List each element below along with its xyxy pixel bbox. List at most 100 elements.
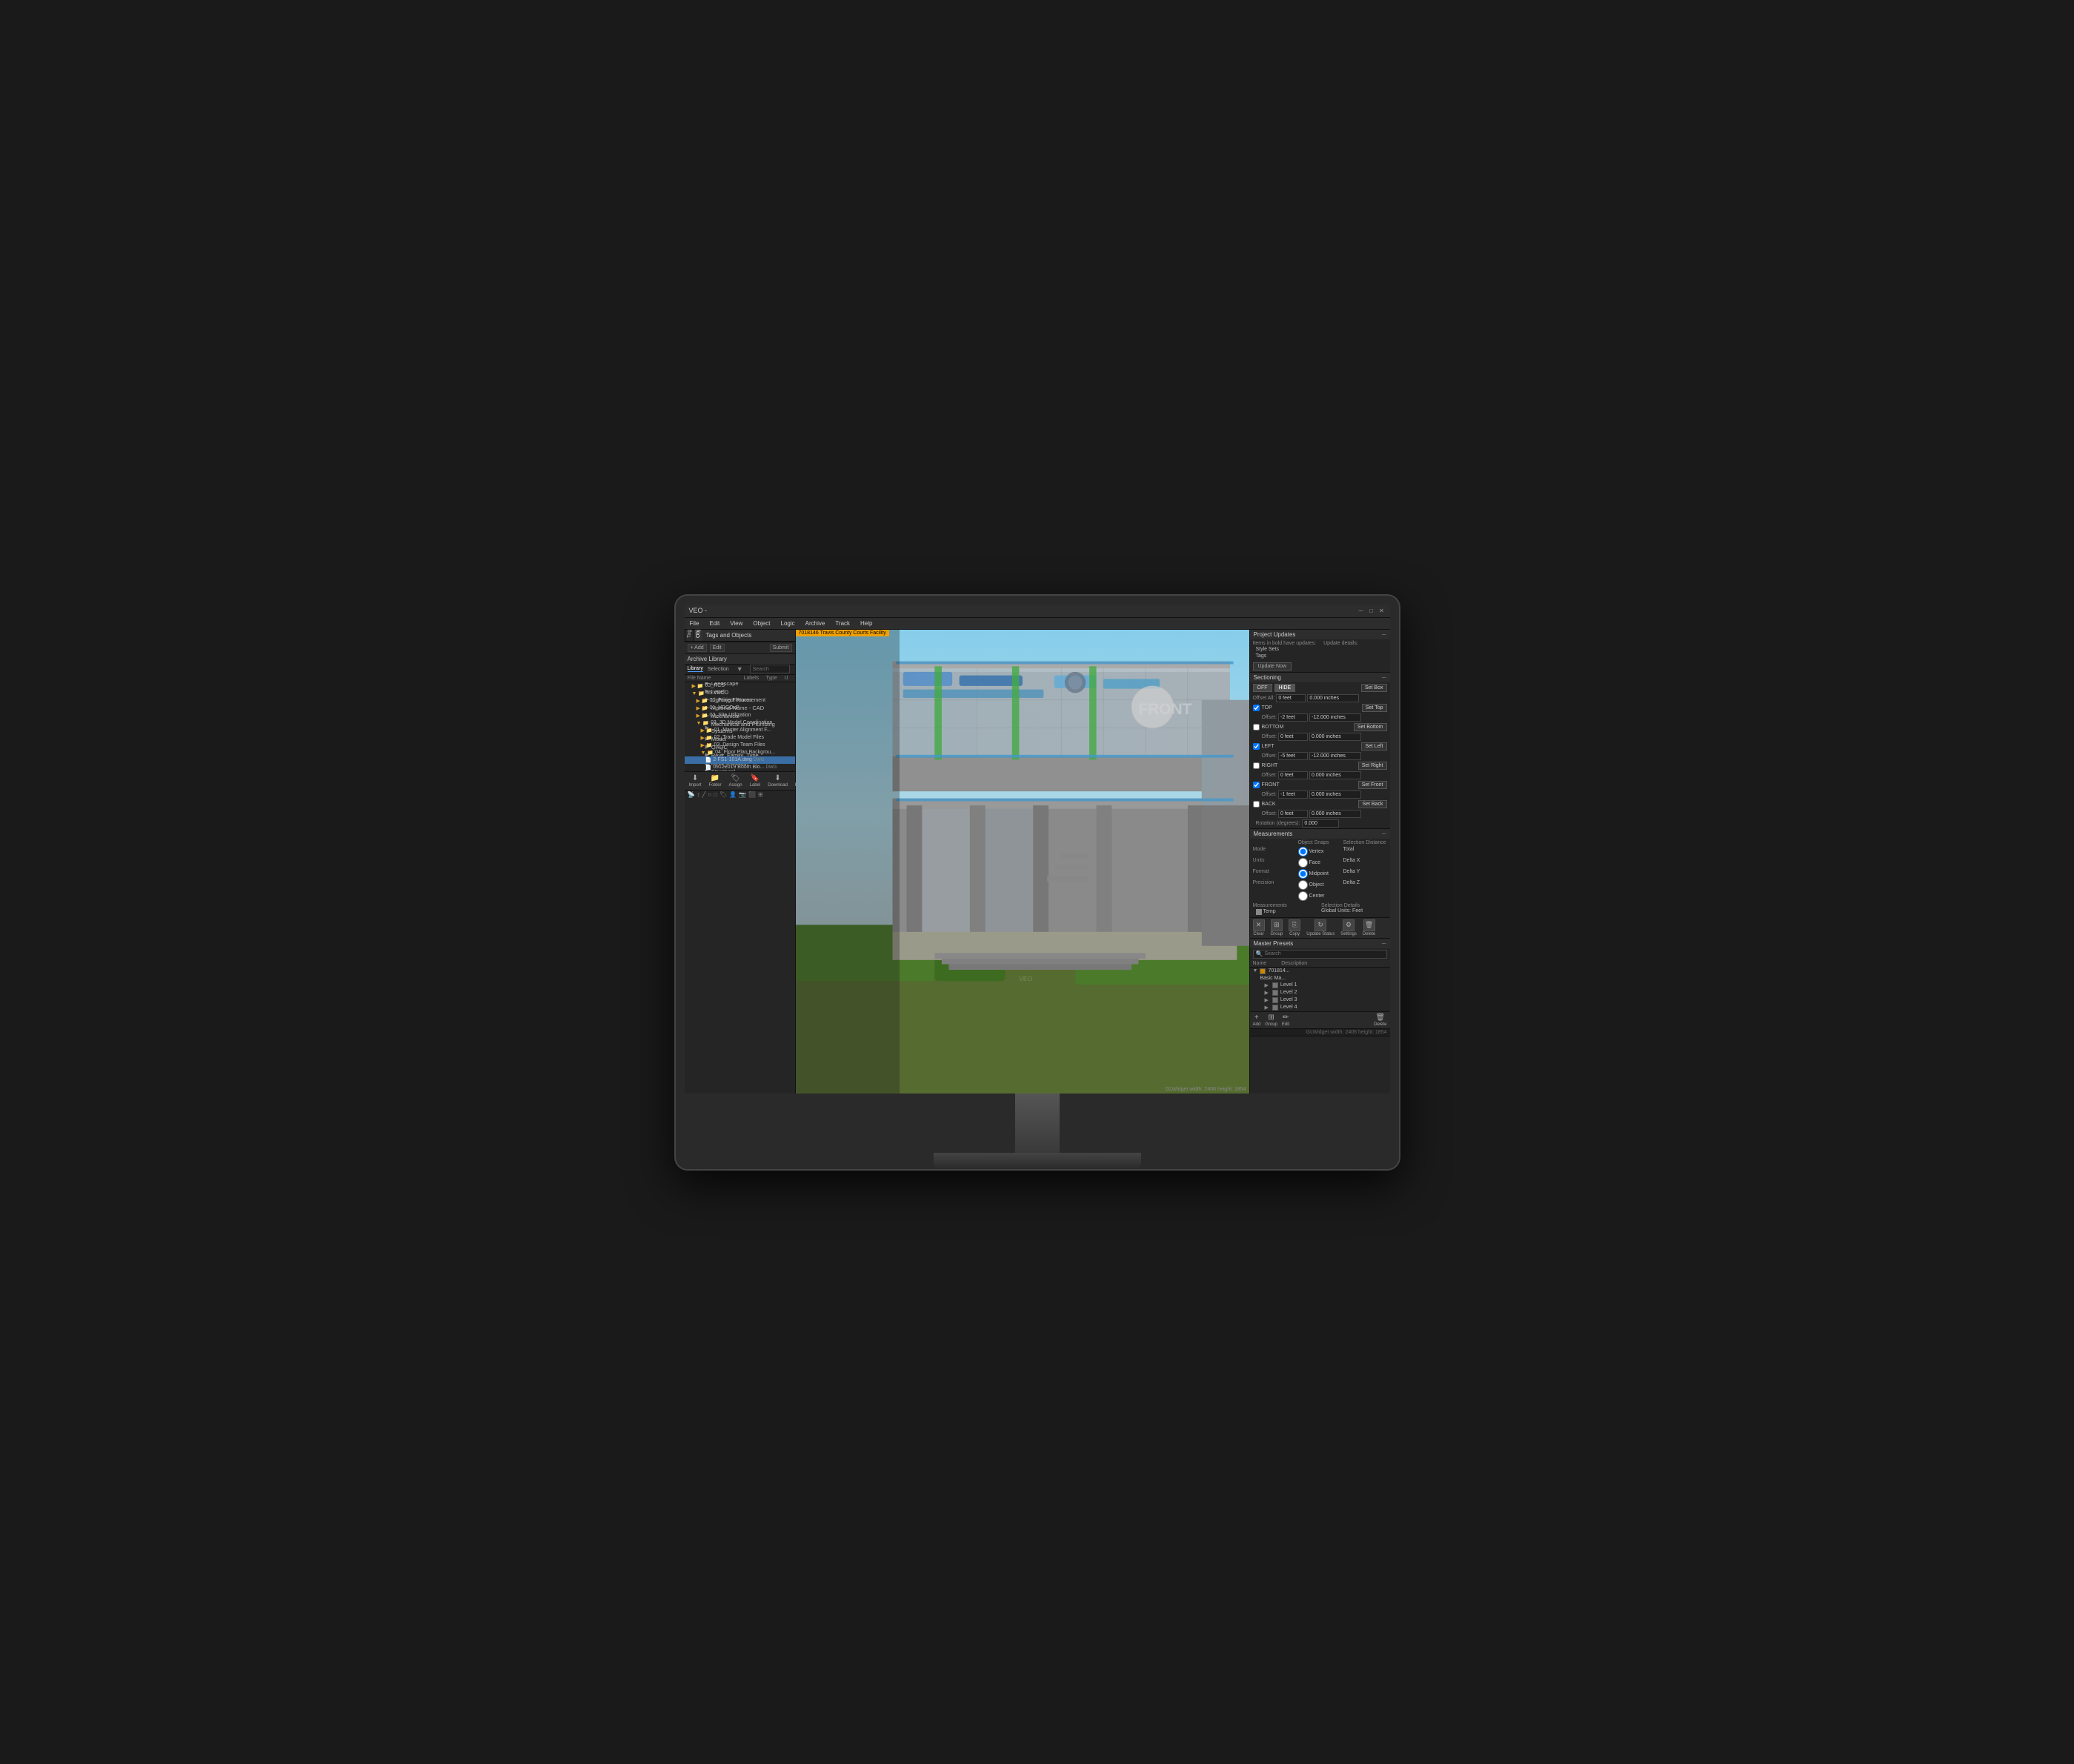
- presets-add-button[interactable]: + Add: [1253, 1014, 1261, 1027]
- selection-tab[interactable]: Selection: [708, 667, 729, 672]
- preset-level1[interactable]: ▶ Level 1: [1250, 982, 1390, 989]
- set-right-button[interactable]: Set Right: [1358, 762, 1387, 770]
- import-button[interactable]: ⬇ Import: [686, 773, 705, 788]
- viewport[interactable]: 7018146 Travis County Courts Facility: [796, 630, 1249, 1094]
- set-top-button[interactable]: Set Top: [1362, 704, 1387, 712]
- label-button[interactable]: 🔖 Label: [747, 773, 764, 788]
- midpoint-radio[interactable]: [1298, 869, 1308, 879]
- library-tab[interactable]: Library: [688, 666, 703, 672]
- top-feet-input[interactable]: [1278, 713, 1308, 722]
- menu-edit[interactable]: Edit: [707, 620, 722, 627]
- cursor-icon[interactable]: ↕: [697, 791, 699, 798]
- top-checkbox[interactable]: [1253, 705, 1260, 711]
- preset-basic-ma[interactable]: Basic Ma...: [1250, 975, 1390, 982]
- line-icon[interactable]: ╱: [702, 791, 705, 798]
- download-button[interactable]: ⬇ Download: [765, 773, 791, 788]
- front-inches-input[interactable]: [1309, 791, 1361, 799]
- left-feet-input[interactable]: [1278, 752, 1308, 760]
- group-button[interactable]: ⊞ Group: [1271, 919, 1283, 936]
- sectioning-collapse-icon[interactable]: ─: [1382, 674, 1386, 681]
- objects-tab[interactable]: Objects: [694, 630, 702, 641]
- menu-logic[interactable]: Logic: [779, 620, 797, 627]
- presets-group-button[interactable]: ⊞ Group: [1265, 1014, 1277, 1027]
- file-item-2fs1[interactable]: 📄 2-FS1-101A.dwg DWG: [685, 756, 795, 764]
- wifi-icon[interactable]: 📡: [688, 791, 695, 798]
- section-off-button[interactable]: OFF: [1253, 684, 1272, 692]
- center-radio[interactable]: [1298, 891, 1308, 901]
- grid-icon[interactable]: ⊞: [758, 791, 763, 798]
- presets-search-input[interactable]: [1264, 951, 1383, 956]
- menu-file[interactable]: File: [688, 620, 702, 627]
- measurements-delete-button[interactable]: 🗑 Delete: [1363, 919, 1375, 936]
- presets-collapse-icon[interactable]: ─: [1382, 940, 1386, 947]
- file-item-03design[interactable]: ▶ 📁 03_Design Team Files: [685, 742, 795, 749]
- assign-button[interactable]: 🏷 Assign: [726, 773, 745, 788]
- update-now-button[interactable]: Update Now: [1253, 662, 1292, 670]
- left-inches-input[interactable]: [1309, 752, 1361, 760]
- presets-edit-button[interactable]: ✏ Edit: [1282, 1014, 1289, 1027]
- left-checkbox[interactable]: [1253, 743, 1260, 750]
- archive-search-input[interactable]: [753, 667, 787, 672]
- preset-level2[interactable]: ▶ Level 2: [1250, 989, 1390, 996]
- 3d-scene[interactable]: FRONT R: [796, 630, 1249, 1094]
- set-left-button[interactable]: Set Left: [1361, 742, 1386, 750]
- maximize-button[interactable]: □: [1368, 607, 1375, 614]
- right-feet-input[interactable]: [1278, 771, 1308, 779]
- menu-object[interactable]: Object: [751, 620, 772, 627]
- back-inches-input[interactable]: [1309, 810, 1361, 818]
- add-button[interactable]: + Add: [688, 644, 707, 652]
- filter-icon[interactable]: ▼: [737, 665, 743, 673]
- offset-all-inches-input[interactable]: [1307, 694, 1359, 702]
- update-status-button[interactable]: ↻ Update Status: [1306, 919, 1335, 936]
- set-box-button[interactable]: Set Box: [1361, 684, 1387, 692]
- square-icon[interactable]: □: [714, 791, 717, 798]
- box-icon[interactable]: ⬛: [748, 791, 756, 798]
- settings-button[interactable]: ⚙ Settings: [1340, 919, 1357, 936]
- front-checkbox[interactable]: [1253, 782, 1260, 788]
- set-bottom-button[interactable]: Set Bottom: [1354, 723, 1387, 731]
- rotation-input[interactable]: [1302, 819, 1339, 828]
- close-button[interactable]: ✕: [1378, 607, 1386, 614]
- bottom-checkbox[interactable]: [1253, 724, 1260, 730]
- right-inches-input[interactable]: [1309, 771, 1361, 779]
- file-item-boom[interactable]: 📄 09122019 Boom Blo... DWG: [685, 764, 795, 771]
- menu-help[interactable]: Help: [858, 620, 874, 627]
- edit-button[interactable]: Edit: [710, 644, 725, 652]
- offset-all-feet-input[interactable]: [1276, 694, 1306, 702]
- set-front-button[interactable]: Set Front: [1358, 781, 1387, 789]
- file-item-04floor[interactable]: ▼ 📁 04_Floor Plan Backgrou...: [685, 749, 795, 756]
- person-icon[interactable]: 👤: [729, 791, 737, 798]
- copy-button[interactable]: ⎘ Copy: [1289, 919, 1300, 936]
- file-item-03model[interactable]: ▼ 📁 03_3D Model Coordination: [685, 719, 795, 727]
- tags-item[interactable]: Tags: [1253, 653, 1317, 659]
- top-inches-input[interactable]: [1309, 713, 1361, 722]
- presets-delete-button[interactable]: 🗑 Delete: [1374, 1014, 1386, 1027]
- bottom-feet-input[interactable]: [1278, 733, 1308, 741]
- measurements-collapse-icon[interactable]: ─: [1382, 831, 1386, 837]
- style-sets-item[interactable]: Style Sets: [1253, 646, 1317, 653]
- submit-button[interactable]: Submit: [770, 644, 792, 652]
- preset-level4[interactable]: ▶ Level 4: [1250, 1004, 1390, 1011]
- tags-tab[interactable]: Tags: [685, 630, 694, 641]
- circle-icon[interactable]: ○: [708, 791, 711, 798]
- front-feet-input[interactable]: [1278, 791, 1308, 799]
- file-item-35vdco[interactable]: ▼ 📁 35 VDCO: [685, 690, 795, 697]
- face-radio[interactable]: [1298, 858, 1308, 868]
- right-plane-checkbox[interactable]: [1253, 762, 1260, 769]
- preset-level3[interactable]: ▶ Level 3: [1250, 996, 1390, 1004]
- menu-view[interactable]: View: [728, 620, 745, 627]
- set-back-button[interactable]: Set Back: [1358, 800, 1386, 808]
- tag-icon[interactable]: 🏷: [719, 791, 727, 798]
- bottom-inches-input[interactable]: [1309, 733, 1361, 741]
- back-feet-input[interactable]: [1278, 810, 1308, 818]
- file-item-00project[interactable]: ▶ 📁 00_Project Procurement: [685, 697, 795, 705]
- file-item-02site[interactable]: ▶ 📁 02_Site Utilization: [685, 712, 795, 719]
- clear-button[interactable]: ✕ Clear: [1253, 919, 1265, 936]
- folder-button[interactable]: 📁 Folder: [706, 773, 725, 788]
- minimize-button[interactable]: ─: [1357, 607, 1365, 614]
- preset-701814[interactable]: ▼ 701814...: [1250, 968, 1390, 975]
- back-checkbox[interactable]: [1253, 801, 1260, 808]
- menu-track[interactable]: Track: [833, 620, 852, 627]
- file-item-02trade[interactable]: ▶ 📁 02_Trade Model Files: [685, 734, 795, 742]
- menu-archive[interactable]: Archive: [803, 620, 828, 627]
